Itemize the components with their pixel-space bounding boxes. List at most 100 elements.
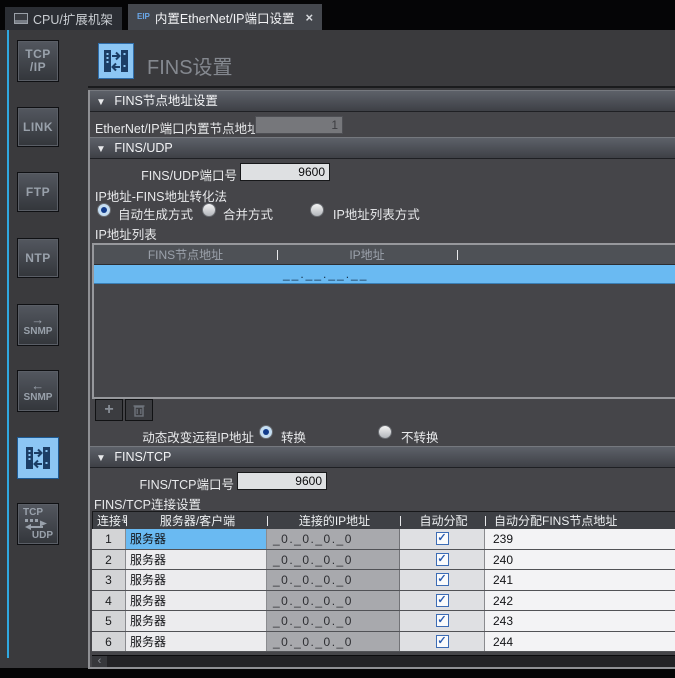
settings-sidebar: TCP /IP LINK FTP NTP → SNMP ← SNMP (0, 30, 88, 668)
server-client-cell[interactable]: 服务器 (126, 611, 267, 631)
auto-assign-checkbox[interactable]: ✓ (436, 532, 449, 545)
column-separator (126, 516, 127, 526)
auto-assign-checkbox[interactable]: ✓ (436, 553, 449, 566)
dynamic-remote-ip-label: 动态改变远程IP地址 (90, 427, 254, 446)
radio-ip-list[interactable] (310, 203, 324, 217)
sidebar-item-snmp-agent[interactable]: → SNMP (17, 304, 59, 346)
ip-table-header: FINS节点地址 IP地址 (94, 245, 675, 265)
ip-address-cell[interactable]: _0._0._0._0 (267, 591, 400, 611)
close-icon[interactable]: × (306, 10, 314, 25)
fins-node-address-cell[interactable]: 243 (485, 611, 675, 631)
server-client-cell[interactable]: 服务器 (126, 591, 267, 611)
server-client-cell[interactable]: 服务器 (126, 632, 267, 652)
auto-assign-checkbox[interactable]: ✓ (436, 635, 449, 648)
radio-auto-generate[interactable] (97, 203, 111, 217)
collapse-arrow-icon: ▼ (96, 453, 106, 464)
ip-address-cell[interactable]: _0._0._0._0 (267, 632, 400, 652)
column-separator (485, 516, 486, 526)
eip-icon: EIP (137, 13, 150, 21)
add-row-button[interactable]: + (95, 399, 123, 421)
sidebar-item-snmp-trap[interactable]: ← SNMP (17, 370, 59, 412)
tcp-port-label: FINS/TCP端口号 (90, 474, 234, 493)
auto-assign-checkbox[interactable]: ✓ (436, 614, 449, 627)
auto-assign-checkbox[interactable]: ✓ (436, 573, 449, 586)
fins-settings-panel: ▼ FINS节点地址设置 EtherNet/IP端口内置节点地址 1 ▼ FIN… (88, 90, 675, 669)
column-separator (267, 516, 268, 526)
column-separator (277, 250, 278, 260)
section-header-fins-node-address[interactable]: ▼ FINS节点地址设置 (90, 90, 675, 112)
ip-address-cell[interactable]: _0._0._0._0 (267, 570, 400, 590)
ip-address-list-table: FINS节点地址 IP地址 __.__.__.__ (92, 243, 675, 399)
ip-address-list-label: IP地址列表 (95, 224, 157, 243)
column-separator (400, 516, 401, 526)
auto-assign-cell: ✓ (400, 529, 485, 549)
sidebar-item-ftp[interactable]: FTP (17, 172, 59, 212)
sidebar-item-tcp-udp[interactable]: TCP UDP (17, 503, 59, 545)
sidebar-item-link[interactable]: LINK (17, 107, 59, 147)
tcp-udp-convert-icon (23, 518, 53, 530)
radio-no-convert-label: 不转换 (401, 427, 439, 446)
ip-address-cell[interactable]: _0._0._0._0 (267, 529, 400, 549)
table-row[interactable]: 3 服务器 _0._0._0._0 ✓ 241 (92, 570, 675, 591)
ip-table-selected-row[interactable]: __.__.__.__ (94, 265, 675, 284)
check-icon: ✓ (437, 533, 446, 544)
fins-node-address-cell[interactable]: 241 (485, 570, 675, 590)
auto-assign-checkbox[interactable]: ✓ (436, 594, 449, 607)
col-connection-no: 连接号 (93, 512, 127, 529)
horizontal-scrollbar[interactable]: ‹ (92, 655, 675, 668)
ip-address-value[interactable]: __.__.__.__ (283, 267, 368, 281)
server-client-cell[interactable]: 服务器 (126, 550, 267, 570)
col-auto-assign: 自动分配 (401, 512, 486, 529)
col-auto-assign-node: 自动分配FINS节点地址 (486, 512, 675, 529)
fins-node-address-cell[interactable]: 242 (485, 591, 675, 611)
table-row[interactable]: 6 服务器 _0._0._0._0 ✓ 244 (92, 632, 675, 653)
radio-no-convert[interactable] (378, 425, 392, 439)
fins-node-address-cell[interactable]: 240 (485, 550, 675, 570)
auto-assign-cell: ✓ (400, 550, 485, 570)
auto-assign-cell: ✓ (400, 611, 485, 631)
delete-row-button[interactable] (125, 399, 153, 421)
server-client-cell[interactable]: 服务器 (126, 529, 267, 549)
table-row[interactable]: 2 服务器 _0._0._0._0 ✓ 240 (92, 550, 675, 571)
row-number: 5 (92, 611, 126, 631)
node-address-label: EtherNet/IP端口内置节点地址 (95, 118, 260, 137)
col-fins-node-address: FINS节点地址 (94, 245, 277, 265)
section-header-fins-tcp[interactable]: ▼ FINS/TCP (90, 446, 675, 468)
row-number: 2 (92, 550, 126, 570)
section-header-fins-udp[interactable]: ▼ FINS/UDP (90, 137, 675, 159)
ip-address-cell[interactable]: _0._0._0._0 (267, 550, 400, 570)
node-address-input: 1 (255, 116, 343, 134)
sidebar-item-tcpip[interactable]: TCP /IP (17, 40, 59, 82)
auto-assign-cell: ✓ (400, 632, 485, 652)
scroll-left-button[interactable]: ‹ (92, 656, 107, 668)
sidebar-item-fins[interactable] (17, 437, 59, 479)
column-separator (457, 250, 458, 260)
tab-ethernet-ip-port-settings[interactable]: EIP 内置EtherNet/IP端口设置 × (128, 4, 322, 30)
check-icon: ✓ (437, 636, 446, 647)
sidebar-item-ntp[interactable]: NTP (17, 238, 59, 278)
radio-combine[interactable] (202, 203, 216, 217)
table-row[interactable]: 1 服务器 _0._0._0._0 ✓ 239 (92, 529, 675, 550)
radio-convert[interactable] (259, 425, 273, 439)
server-client-cell[interactable]: 服务器 (126, 570, 267, 590)
check-icon: ✓ (437, 595, 446, 606)
fins-tcp-connection-table: 连接号 服务器/客户端 连接的IP地址 自动分配 自动分配FINS节点地址 1 … (92, 511, 675, 652)
table-row[interactable]: 4 服务器 _0._0._0._0 ✓ 242 (92, 591, 675, 612)
udp-port-input[interactable]: 9600 (240, 163, 330, 181)
check-icon: ✓ (437, 554, 446, 565)
radio-auto-generate-label: 自动生成方式 (118, 204, 193, 223)
fins-node-address-cell[interactable]: 244 (485, 632, 675, 652)
tab-cpu-rack[interactable]: CPU/扩展机架 (5, 7, 122, 30)
tcp-port-input[interactable]: 9600 (237, 472, 327, 490)
table-row[interactable]: 5 服务器 _0._0._0._0 ✓ 243 (92, 611, 675, 632)
check-icon: ✓ (437, 574, 446, 585)
ip-address-cell[interactable]: _0._0._0._0 (267, 611, 400, 631)
auto-assign-cell: ✓ (400, 591, 485, 611)
row-number: 1 (92, 529, 126, 549)
radio-convert-label: 转换 (281, 427, 306, 446)
collapse-arrow-icon: ▼ (96, 144, 106, 155)
divider (88, 86, 675, 88)
arrow-right-icon: → (31, 314, 45, 326)
fins-settings-icon (98, 43, 134, 79)
fins-node-address-cell[interactable]: 239 (485, 529, 675, 549)
